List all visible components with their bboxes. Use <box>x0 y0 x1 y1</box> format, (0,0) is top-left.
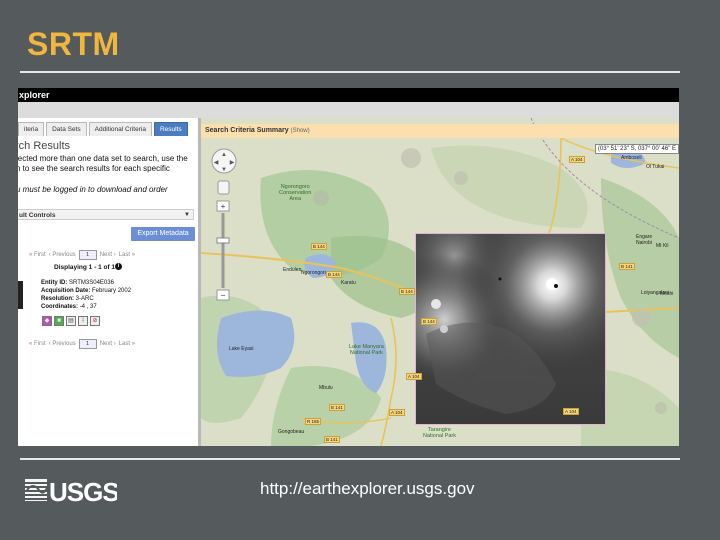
summary-title: Search Criteria Summary <box>205 127 289 134</box>
map-label: Engare Nairobi <box>636 234 653 246</box>
pager-bottom: « First ‹ Previous 1 Next › Last » <box>29 339 135 349</box>
result-entry: Entity ID: SRTM3S04E036 Acquisition Date… <box>41 279 131 311</box>
download-icon[interactable]: ⇩ <box>78 316 88 326</box>
page-select[interactable]: 1 <box>78 339 97 349</box>
map-zoom-control[interactable]: ▲ ▼ ◀ ▶ + − <box>209 148 239 308</box>
map-label: Gongobeau <box>278 429 305 435</box>
entity-id: SRTM3S04E036 <box>69 280 114 286</box>
results-desc-line: lected more than one data set to search,… <box>18 154 188 163</box>
road-label: B 144 <box>421 318 437 325</box>
search-criteria-summary[interactable]: Search Criteria Summary (Show) <box>201 124 679 138</box>
road-label: B 141 <box>329 404 345 411</box>
last-link[interactable]: Last » <box>119 341 135 347</box>
svg-text:−: − <box>221 291 226 300</box>
road-label: R 185 <box>305 418 322 425</box>
earthexplorer-screenshot: xplorer iteria Data Sets Additional Crit… <box>18 88 679 446</box>
pegman-icon <box>217 180 230 195</box>
next-link[interactable]: Next › <box>100 341 116 347</box>
results-desc-line: n to see the search results for each spe… <box>18 164 170 173</box>
chevron-down-icon: ▼ <box>184 212 190 218</box>
map-label: Mbulu <box>319 385 333 391</box>
road-label: B 144 <box>326 271 342 278</box>
usgs-logo: USGS <box>25 476 120 509</box>
last-link[interactable]: Last » <box>119 252 135 258</box>
footprint-icon[interactable]: ◆ <box>42 316 52 326</box>
pager-top: « First ‹ Previous 1 Next › Last » <box>29 250 135 260</box>
tab-results[interactable]: Results <box>153 122 188 136</box>
svg-text:▲: ▲ <box>221 152 227 158</box>
map-label: Amboseli <box>621 155 642 161</box>
window-title: xplorer <box>18 88 679 102</box>
results-list: « First ‹ Previous 1 Next › Last » Displ… <box>18 246 194 416</box>
zoom-slider-handle <box>216 237 230 244</box>
svg-text:+: + <box>221 202 226 211</box>
map-view[interactable]: Search Criteria Summary (Show) (03° 51' … <box>201 118 679 446</box>
metadata-icon[interactable]: ▤ <box>66 316 76 326</box>
tab-search-criteria[interactable]: iteria <box>18 122 45 136</box>
info-icon[interactable]: i <box>115 263 122 270</box>
first-link[interactable]: « First <box>29 252 46 258</box>
result-controls-dropdown[interactable]: ult Controls ▼ <box>18 209 194 220</box>
summary-toggle[interactable]: (Show) <box>291 128 310 134</box>
tab-additional-criteria[interactable]: Additional Criteria <box>88 122 152 136</box>
results-heading: rch Results <box>18 140 71 152</box>
map-label: Loiyangalani <box>641 290 670 296</box>
map-label: Ngorongoro Conservation Area <box>279 184 312 202</box>
map-label: Mt Kil <box>656 243 669 249</box>
top-divider <box>20 71 680 73</box>
map-label: Endulen <box>283 267 302 273</box>
page-select[interactable]: 1 <box>78 250 97 260</box>
results-description: lected more than one data set to search,… <box>18 154 198 174</box>
next-link[interactable]: Next › <box>100 252 116 258</box>
coordinates-label: Coordinates: <box>41 304 79 310</box>
srtm-elevation-tile[interactable] <box>415 233 606 425</box>
window-toolbar <box>18 102 679 118</box>
bottom-divider <box>20 458 680 460</box>
entity-id-label: Entity ID: <box>41 280 68 286</box>
road-label: B 141 <box>324 436 340 443</box>
result-thumbnail[interactable] <box>18 281 23 309</box>
road-label: B 144 <box>399 288 415 295</box>
resolution: 3-ARC <box>75 296 94 302</box>
logo-text: USGS <box>49 477 117 504</box>
login-note: u must be logged in to download and orde… <box>18 185 168 194</box>
map-label: Ol Tukai <box>646 164 665 170</box>
map-label: Ngorongoro <box>301 270 328 276</box>
svg-text:◀: ◀ <box>214 160 219 166</box>
previous-link[interactable]: ‹ Previous <box>49 252 76 258</box>
first-link[interactable]: « First <box>29 341 46 347</box>
tab-data-sets[interactable]: Data Sets <box>46 122 87 136</box>
resolution-label: Resolution: <box>41 296 74 302</box>
displaying-count: Displaying 1 - 1 of 1 <box>54 264 116 271</box>
previous-link[interactable]: ‹ Previous <box>49 341 76 347</box>
exclude-icon[interactable]: ⊘ <box>90 316 100 326</box>
road-label: A 104 <box>406 373 422 380</box>
search-panel: iteria Data Sets Additional Criteria Res… <box>18 118 201 446</box>
road-label: A 104 <box>569 156 585 163</box>
overlay-icon[interactable]: ■ <box>54 316 64 326</box>
result-actions: ◆ ■ ▤ ⇩ ⊘ <box>42 316 100 326</box>
result-controls-label: ult Controls <box>19 212 56 219</box>
acquisition-date: February 2002 <box>92 288 132 294</box>
svg-text:▶: ▶ <box>230 160 235 166</box>
map-label: Tarangire National Park <box>423 427 457 439</box>
map-label: Lake Eyasi <box>229 346 254 352</box>
road-label: A 104 <box>389 409 405 416</box>
slide-title: SRTM <box>27 26 120 62</box>
road-label: B 141 <box>619 263 635 270</box>
tab-strip: iteria Data Sets Additional Criteria Res… <box>18 122 190 136</box>
road-label: B 144 <box>311 243 327 250</box>
coordinates: -4 , 37 <box>79 304 97 310</box>
map-label: Karatu <box>341 280 356 286</box>
map-label: Lake Manyara National Park <box>349 344 384 356</box>
coordinate-readout: (03° 51' 23" S, 037° 00' 46" E <box>594 144 679 154</box>
footer-url[interactable]: http://earthexplorer.usgs.gov <box>260 479 475 499</box>
acquisition-date-label: Acquisition Date: <box>41 288 91 294</box>
road-label: A 104 <box>563 408 579 415</box>
export-metadata-button[interactable]: Export Metadata <box>131 227 195 241</box>
svg-text:▼: ▼ <box>221 167 227 173</box>
